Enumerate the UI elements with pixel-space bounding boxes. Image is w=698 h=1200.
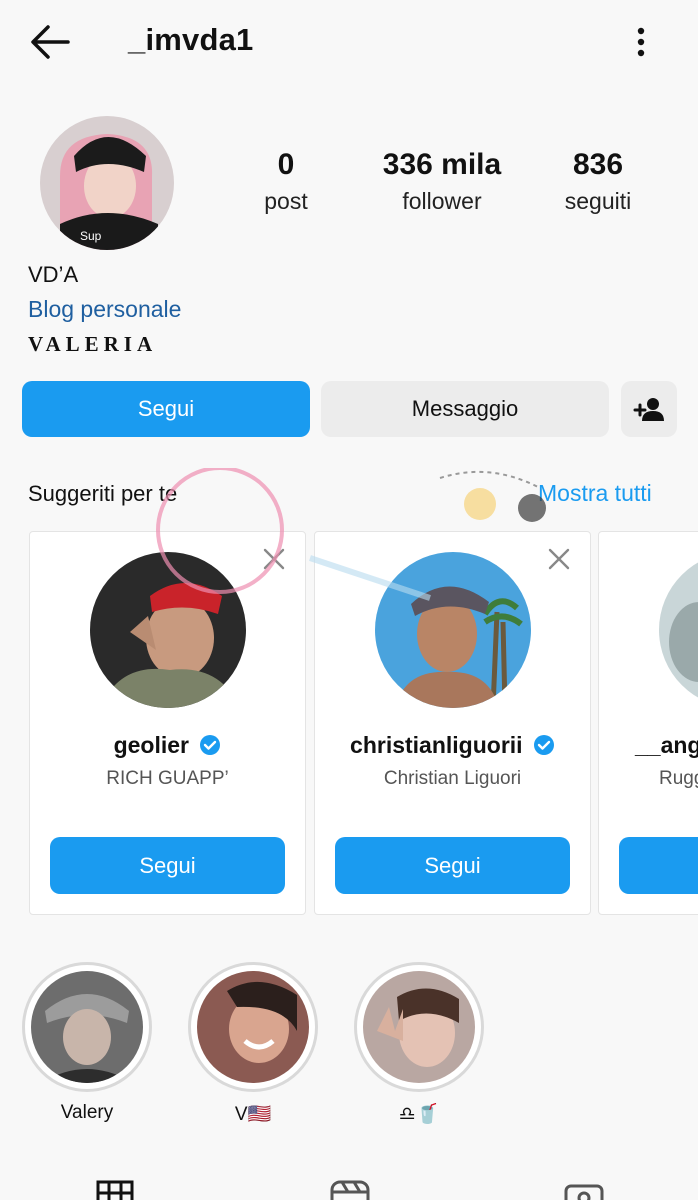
suggestion-follow-button[interactable] — [619, 837, 698, 894]
profile-category[interactable]: Blog personale — [28, 296, 181, 323]
stat-following-value: 836 — [572, 148, 624, 181]
highlight-ring — [188, 962, 318, 1092]
stat-posts[interactable]: 0 post — [246, 148, 326, 215]
suggestion-subtitle: RICH GUAPP’ — [106, 768, 229, 789]
arrow-left-icon[interactable] — [28, 20, 72, 64]
profile-avatar[interactable]: Sup — [40, 116, 174, 250]
suggestion-avatar[interactable] — [659, 552, 698, 708]
stat-followers-label: follower — [402, 188, 482, 214]
stat-following-label: seguiti — [564, 188, 632, 214]
profile-name: VD’A — [28, 262, 79, 287]
highlight-cover — [363, 971, 475, 1083]
suggestion-card: christianliguorii Christian Liguori Segu… — [314, 531, 591, 915]
story-highlight[interactable]: Valery — [22, 962, 152, 1124]
grid-icon[interactable] — [96, 1178, 136, 1200]
highlight-label: Valery — [60, 1102, 114, 1123]
stat-posts-label: post — [264, 188, 308, 214]
more-vertical-icon[interactable] — [626, 20, 656, 64]
suggestion-username-text: geolier — [113, 732, 190, 758]
suggestion-follow-button[interactable]: Segui — [50, 837, 285, 894]
suggestion-username[interactable]: christianliguorii — [315, 732, 590, 759]
see-all-link[interactable]: Mostra tutti — [538, 480, 652, 507]
suggestion-username[interactable]: geolier — [30, 732, 305, 759]
profile-username: _imvda1 — [128, 22, 254, 57]
suggestion-card: geolier RICH GUAPP’ Segui — [29, 531, 306, 915]
close-icon[interactable] — [261, 546, 287, 572]
highlight-ring — [354, 962, 484, 1092]
reels-icon[interactable] — [330, 1178, 370, 1200]
verified-badge-icon — [533, 735, 554, 755]
suggestion-card: __ang Rugg — [598, 531, 698, 915]
message-button[interactable]: Messaggio — [321, 381, 609, 437]
suggestion-follow-button[interactable]: Segui — [335, 837, 570, 894]
verified-badge-icon — [200, 735, 221, 755]
close-icon[interactable] — [546, 546, 572, 572]
follow-button[interactable]: Segui — [22, 381, 310, 437]
highlight-ring — [22, 962, 152, 1092]
tagged-icon[interactable] — [564, 1178, 604, 1200]
highlight-label: ♎🥤 — [398, 1104, 440, 1125]
suggestion-avatar[interactable] — [375, 552, 531, 708]
stat-followers-value: 336 mila — [382, 148, 502, 181]
suggestions-title: Suggeriti per te — [28, 481, 178, 506]
suggestion-username[interactable]: __ang — [635, 732, 698, 759]
suggestion-username-text: christianliguorii — [350, 732, 523, 758]
suggestion-avatar[interactable] — [90, 552, 246, 708]
suggest-users-button[interactable] — [621, 381, 677, 437]
stat-following[interactable]: 836 seguiti — [548, 148, 648, 215]
highlight-label: V🇺🇸 — [234, 1104, 272, 1125]
suggestion-subtitle: Christian Liguori — [383, 768, 522, 789]
svg-text:Sup: Sup — [80, 229, 102, 243]
story-highlight[interactable]: V🇺🇸 — [188, 962, 318, 1126]
stat-followers[interactable]: 336 mila follower — [362, 148, 522, 215]
person-add-icon — [633, 398, 664, 421]
top-bar: _imvda1 — [0, 0, 698, 84]
story-highlight[interactable]: ♎🥤 — [354, 962, 484, 1126]
highlight-cover — [197, 971, 309, 1083]
stat-posts-value: 0 — [277, 148, 295, 181]
profile-bio: VALERIA — [28, 332, 158, 356]
highlight-cover — [31, 971, 143, 1083]
suggestion-subtitle: Rugg — [659, 768, 698, 789]
